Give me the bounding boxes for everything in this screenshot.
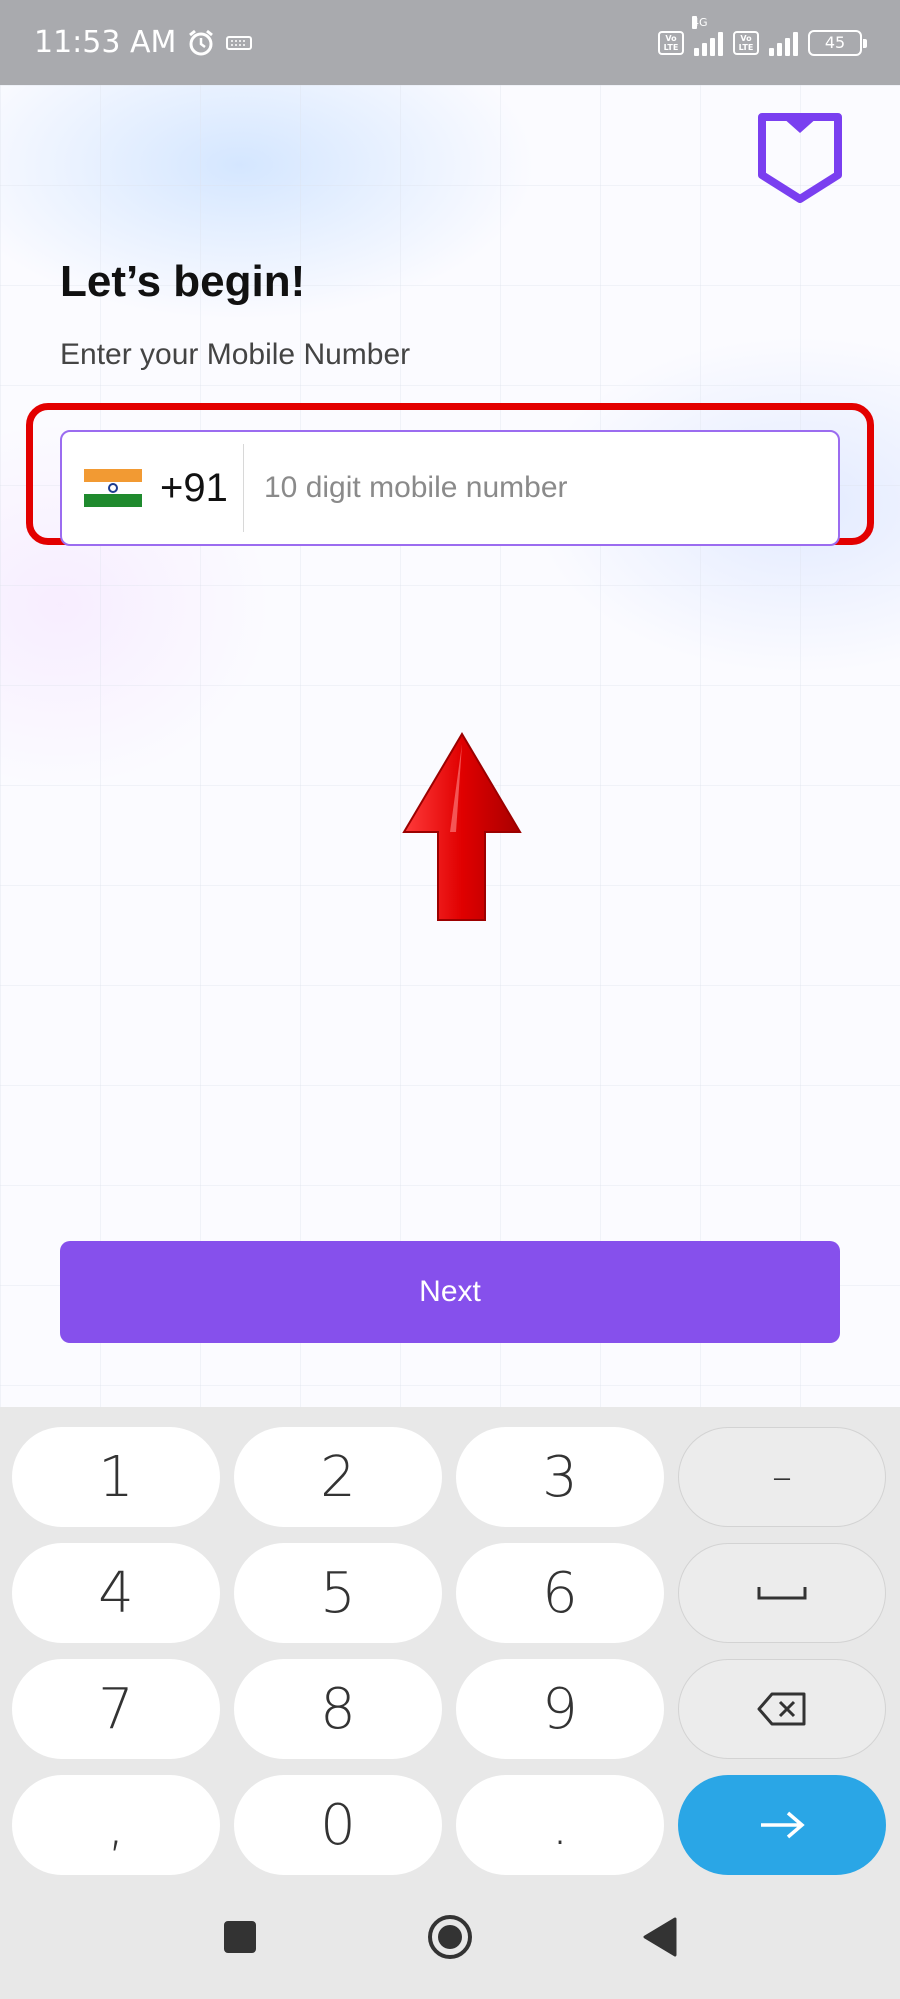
circle-icon [428, 1915, 472, 1959]
backspace-icon [757, 1692, 806, 1726]
keyboard-icon [226, 35, 253, 50]
volte-icon-2: Vo LTE [733, 30, 759, 55]
phone-field[interactable]: +91 [60, 430, 840, 546]
key-backspace[interactable] [678, 1659, 886, 1759]
battery-icon: 45 [808, 29, 867, 56]
status-bar: 11:53 AM Vo LTE 4G Vo LTE 45 [0, 0, 900, 85]
key-dash[interactable]: – [678, 1427, 886, 1527]
recents-button[interactable] [214, 1911, 266, 1963]
arrow-right-icon [761, 1811, 805, 1839]
volte-icon: Vo LTE [658, 30, 684, 55]
country-selector[interactable]: +91 [62, 444, 244, 532]
alarm-icon [189, 29, 214, 55]
shield-logo-icon [758, 113, 842, 203]
page-title: Let’s begin! [60, 257, 306, 306]
key-5[interactable]: 5 [234, 1543, 442, 1643]
status-time: 11:53 AM [34, 25, 177, 60]
india-flag-icon [84, 469, 142, 508]
key-period[interactable]: . [456, 1775, 664, 1875]
next-button[interactable]: Next [60, 1241, 840, 1343]
key-space[interactable] [678, 1543, 886, 1643]
space-icon [757, 1587, 807, 1600]
status-left: 11:53 AM [34, 25, 253, 60]
key-7[interactable]: 7 [12, 1659, 220, 1759]
system-nav-bar [0, 1877, 900, 1999]
square-icon [224, 1921, 256, 1953]
phone-input[interactable] [264, 458, 804, 518]
login-screen: Let’s begin! Enter your Mobile Number +9… [0, 85, 900, 1407]
page-subtitle: Enter your Mobile Number [60, 338, 411, 371]
key-3[interactable]: 3 [456, 1427, 664, 1527]
network-type: 4G [692, 15, 708, 29]
triangle-back-icon [643, 1917, 677, 1957]
key-0[interactable]: 0 [234, 1775, 442, 1875]
key-9[interactable]: 9 [456, 1659, 664, 1759]
country-code: +91 [160, 465, 228, 510]
key-8[interactable]: 8 [234, 1659, 442, 1759]
key-2[interactable]: 2 [234, 1427, 442, 1527]
status-right: Vo LTE 4G Vo LTE 45 [658, 15, 867, 56]
numeric-keyboard: 1 2 3 – 4 5 6 7 8 9 , 0 . [0, 1407, 900, 1877]
key-6[interactable]: 6 [456, 1543, 664, 1643]
key-enter[interactable] [678, 1775, 886, 1875]
back-button[interactable] [634, 1911, 686, 1963]
home-button[interactable] [424, 1911, 476, 1963]
signal-icon-2 [769, 30, 798, 56]
key-comma[interactable]: , [12, 1775, 220, 1875]
key-4[interactable]: 4 [12, 1543, 220, 1643]
key-1[interactable]: 1 [12, 1427, 220, 1527]
signal-icon: 4G [692, 15, 723, 56]
red-up-arrow-icon [402, 732, 522, 921]
